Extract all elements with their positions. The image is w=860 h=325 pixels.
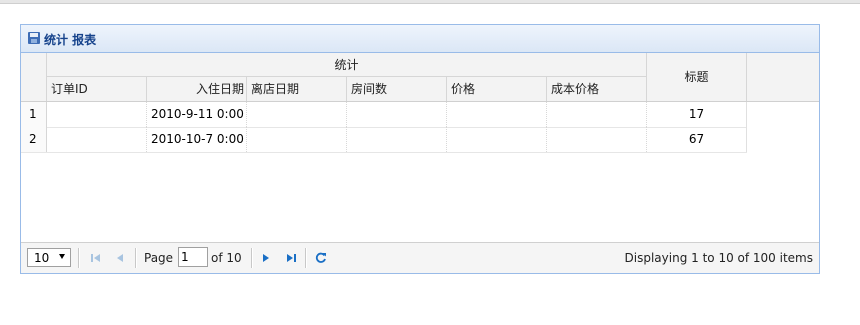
last-page-button[interactable]	[283, 250, 299, 266]
cell-checkin[interactable]: 2010-10-7 0:00	[147, 127, 247, 152]
panel-header: 统计 报表	[21, 25, 819, 53]
prev-page-icon	[117, 254, 123, 262]
pager-separator	[305, 248, 307, 268]
column-header-title[interactable]: 标题	[647, 53, 747, 101]
cell-order-id[interactable]	[47, 102, 147, 127]
report-panel: 统计 报表 统计 订单ID 入住日期 离店日期 房间数 价格 成本价格 标题 1…	[20, 24, 820, 274]
cell-price[interactable]	[447, 102, 547, 127]
pager-separator	[135, 248, 137, 268]
cell-rooms[interactable]	[347, 102, 447, 127]
table-row[interactable]: 1 2010-9-11 0:00 17	[21, 102, 747, 128]
column-header-checkout[interactable]: 离店日期	[247, 77, 347, 101]
cell-price[interactable]	[447, 127, 547, 152]
page-size-select[interactable]: 10	[27, 248, 71, 267]
cell-rooms[interactable]	[347, 127, 447, 152]
group-header-stats: 统计	[47, 53, 647, 77]
cell-order-id[interactable]	[47, 127, 147, 152]
column-header-checkin[interactable]: 入住日期	[147, 77, 247, 101]
first-page-button[interactable]	[88, 250, 104, 266]
panel-title: 统计 报表	[44, 33, 97, 47]
refresh-icon	[315, 252, 326, 263]
pagination-bar: 10 Page of 10	[21, 242, 819, 273]
column-header-order-id[interactable]: 订单ID	[47, 77, 147, 101]
page-size-value: 10	[34, 251, 50, 265]
next-page-button[interactable]	[258, 250, 274, 266]
cell-checkout[interactable]	[247, 102, 347, 127]
page-number-input[interactable]	[178, 247, 208, 267]
row-number: 2	[21, 127, 47, 152]
row-number-header	[21, 53, 47, 101]
cell-checkin[interactable]: 2010-9-11 0:00	[147, 102, 247, 127]
prev-page-button[interactable]	[112, 250, 128, 266]
next-page-icon	[263, 254, 269, 262]
column-header-rooms[interactable]: 房间数	[347, 77, 447, 101]
pager-separator	[251, 248, 253, 268]
dropdown-arrow-icon	[59, 254, 65, 259]
table-row[interactable]: 2 2010-10-7 0:00 67	[21, 127, 747, 153]
top-border	[0, 0, 860, 4]
pager-separator	[78, 248, 80, 268]
cell-title[interactable]: 67	[647, 127, 747, 152]
save-icon	[28, 32, 40, 44]
cell-cost-price[interactable]	[547, 127, 647, 152]
page-total-label: of 10	[211, 251, 242, 265]
refresh-button[interactable]	[313, 250, 329, 266]
cell-cost-price[interactable]	[547, 102, 647, 127]
first-page-icon	[91, 254, 100, 262]
grid-header: 统计 订单ID 入住日期 离店日期 房间数 价格 成本价格 标题	[21, 53, 819, 102]
cell-title[interactable]: 17	[647, 102, 747, 127]
column-header-cost-price[interactable]: 成本价格	[547, 77, 647, 101]
cell-checkout[interactable]	[247, 127, 347, 152]
row-number: 1	[21, 102, 47, 127]
display-info: Displaying 1 to 10 of 100 items	[624, 251, 813, 265]
last-page-icon	[287, 254, 296, 262]
page-label: Page	[144, 251, 174, 265]
column-header-price[interactable]: 价格	[447, 77, 547, 101]
